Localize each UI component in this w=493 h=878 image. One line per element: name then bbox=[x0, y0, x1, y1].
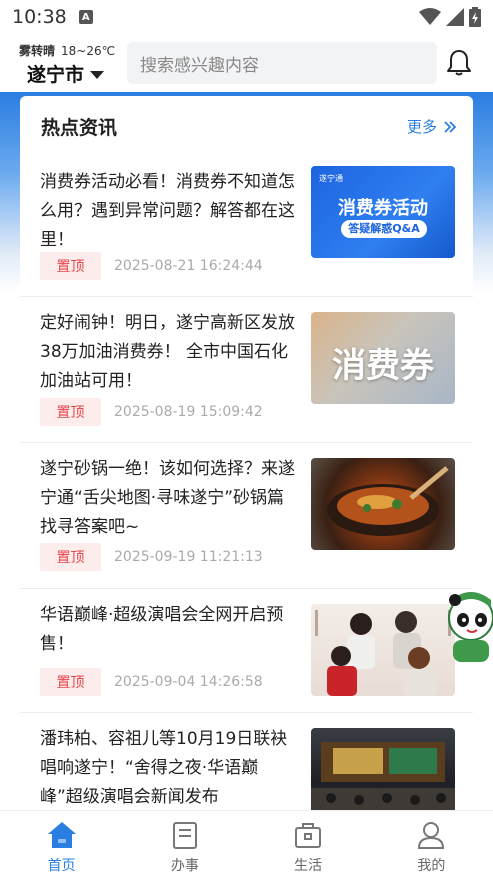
news-title: 潘玮柏、容祖儿等10月19日联袂唱响遂宁！“舍得之夜·华语巅峰”超级演唱会新闻发… bbox=[40, 729, 288, 807]
news-thumbnail: 遂宁通 消费券活动 答疑解惑Q&A bbox=[311, 166, 455, 258]
pinned-badge: 置顶 bbox=[40, 398, 101, 426]
news-meta: 置顶 2025-08-19 15:09:42 bbox=[40, 398, 263, 426]
pinned-badge: 置顶 bbox=[40, 668, 101, 696]
status-bar: 10:38 A bbox=[0, 0, 493, 34]
section-title: 热点资讯 bbox=[41, 117, 118, 139]
bottom-nav: 首页 办事 生活 我的 bbox=[0, 810, 493, 878]
weather-condition: 雾转晴 bbox=[19, 44, 56, 58]
notification-icon: A bbox=[78, 10, 93, 24]
search-placeholder: 搜索感兴趣内容 bbox=[140, 55, 259, 76]
hot-news-card: 热点资讯 更多 消费券活动必看！消费券不知道怎么用？遇到异常问题？解答都在这里！… bbox=[20, 96, 473, 810]
news-time: 2025-08-19 15:09:42 bbox=[114, 404, 263, 420]
news-thumbnail bbox=[311, 604, 455, 696]
battery-icon bbox=[469, 7, 481, 27]
nav-life[interactable]: 生活 bbox=[247, 811, 370, 878]
nav-home[interactable]: 首页 bbox=[0, 811, 123, 878]
news-time: 2025-08-21 16:24:44 bbox=[114, 258, 263, 274]
status-icons bbox=[419, 7, 481, 27]
nav-label: 我的 bbox=[417, 858, 446, 874]
news-meta: 置顶 2025-09-04 14:26:58 bbox=[40, 668, 263, 696]
concert-poster-image bbox=[315, 610, 451, 696]
signal-icon bbox=[446, 8, 464, 26]
news-meta: 置顶 2025-08-21 16:24:44 bbox=[40, 252, 263, 280]
city-name: 遂宁市 bbox=[27, 64, 85, 86]
thumbnail-headline: 消费券活动 bbox=[338, 198, 428, 219]
weather-info: 雾转晴 18~26℃ bbox=[19, 42, 115, 59]
news-thumbnail bbox=[311, 728, 455, 810]
briefcase-icon bbox=[295, 823, 322, 848]
thumbnail-pill: 答疑解惑Q&A bbox=[341, 220, 427, 238]
news-item[interactable]: 消费券活动必看！消费券不知道怎么用？遇到异常问题？解答都在这里！ 置顶 2025… bbox=[20, 156, 473, 296]
header: 雾转晴 18~26℃ 遂宁市 搜索感兴趣内容 bbox=[0, 34, 493, 92]
status-time: 10:38 bbox=[12, 6, 67, 28]
pinned-badge: 置顶 bbox=[40, 543, 101, 571]
home-icon bbox=[47, 822, 76, 848]
news-time: 2025-09-19 11:21:13 bbox=[114, 549, 263, 565]
pinned-badge: 置顶 bbox=[40, 252, 101, 280]
book-icon bbox=[172, 822, 197, 849]
nav-profile[interactable]: 我的 bbox=[370, 811, 493, 878]
thumbnail-headline: 消费券 bbox=[332, 346, 434, 386]
nav-services[interactable]: 办事 bbox=[123, 811, 246, 878]
more-link[interactable]: 更多 bbox=[407, 116, 457, 137]
nav-label: 首页 bbox=[47, 858, 76, 874]
clay-pot-image bbox=[327, 466, 449, 536]
news-time: 2025-09-04 14:26:58 bbox=[114, 674, 263, 690]
news-thumbnail: 消费券 bbox=[311, 312, 455, 404]
news-item[interactable]: 潘玮柏、容祖儿等10月19日联袂唱响遂宁！“舍得之夜·华语巅峰”超级演唱会新闻发… bbox=[20, 712, 473, 810]
news-thumbnail bbox=[311, 458, 455, 550]
search-input[interactable]: 搜索感兴趣内容 bbox=[127, 42, 437, 84]
news-meta: 置顶 2025-09-19 11:21:13 bbox=[40, 543, 263, 571]
card-header: 热点资讯 更多 bbox=[20, 96, 473, 156]
nav-label: 办事 bbox=[170, 858, 199, 874]
panda-mascot-icon[interactable] bbox=[443, 590, 493, 668]
double-chevron-right-icon bbox=[444, 120, 457, 133]
news-item[interactable]: 遂宁砂锅一绝！该如何选择？来遂宁通“舌尖地图·寻味遂宁”砂锅篇找寻答案吧~ 置顶… bbox=[20, 442, 473, 588]
chevron-down-icon bbox=[90, 70, 105, 79]
city-selector[interactable]: 遂宁市 bbox=[27, 60, 105, 87]
bell-icon[interactable] bbox=[444, 48, 474, 78]
thumbnail-logo: 遂宁通 bbox=[319, 174, 343, 183]
temperature: 18~26℃ bbox=[61, 44, 116, 58]
news-title: 消费券活动必看！消费券不知道怎么用？遇到异常问题？解答都在这里！ bbox=[40, 172, 295, 250]
news-item[interactable]: 华语巅峰·超级演唱会全网开启预售！ 置顶 2025-09-04 14:26:58 bbox=[20, 588, 473, 712]
press-event-image bbox=[311, 742, 455, 810]
wifi-icon bbox=[419, 8, 441, 25]
news-item[interactable]: 定好闹钟！明日，遂宁高新区发放38万加油消费券！ 全市中国石化加油站可用！ 置顶… bbox=[20, 296, 473, 442]
more-label: 更多 bbox=[406, 118, 437, 136]
user-icon bbox=[418, 822, 445, 849]
news-title: 定好闹钟！明日，遂宁高新区发放38万加油消费券！ 全市中国石化加油站可用！ bbox=[40, 313, 295, 391]
news-title: 遂宁砂锅一绝！该如何选择？来遂宁通“舌尖地图·寻味遂宁”砂锅篇找寻答案吧~ bbox=[40, 459, 295, 537]
nav-label: 生活 bbox=[294, 858, 323, 874]
news-title: 华语巅峰·超级演唱会全网开启预售！ bbox=[40, 605, 284, 654]
